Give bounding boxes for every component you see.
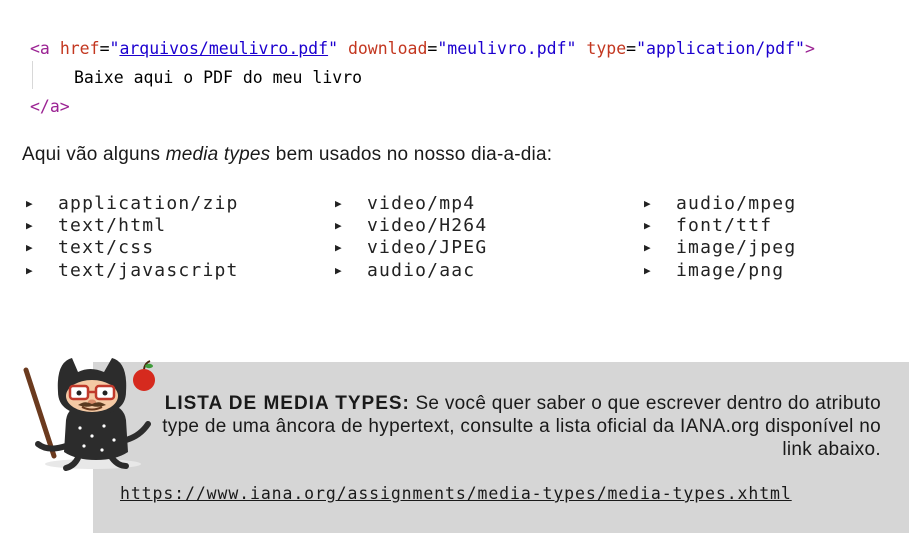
list-item: ▶ video/H264 [335, 214, 488, 236]
intro-before: Aqui vão alguns [22, 144, 166, 165]
triangle-bullet-icon: ▶ [644, 196, 651, 210]
list-item: ▶ video/JPEG [335, 237, 488, 259]
code-href-value: arquivos/meulivro.pdf [119, 39, 329, 58]
code-type-value: application/pdf [646, 39, 796, 58]
list-item: ▶ image/jpeg [644, 237, 797, 259]
media-types-column-2: ▶ video/mp4 ▶ video/H264 ▶ video/JPEG ▶ audi… [335, 192, 487, 281]
media-types-column-3: ▶ audio/mpeg ▶ font/ttf ▶ image/jpeg ▶ image… [644, 192, 796, 281]
code-attr-download: download [347, 39, 428, 58]
octocat-teacher-icon [23, 358, 155, 471]
list-item: ▶ application/zip [26, 192, 239, 214]
code-download-value: meulivro.pdf [447, 39, 567, 58]
callout-lead: LISTA DE MEDIA TYPES: [164, 393, 410, 414]
iana-link[interactable]: https://www.iana.org/assignments/media-t… [120, 484, 792, 503]
triangle-bullet-icon: ▶ [335, 218, 342, 232]
media-types-column-1: ▶ application/zip ▶ text/html ▶ text/css ▶ t… [26, 192, 239, 281]
triangle-bullet-icon: ▶ [26, 241, 33, 255]
callout-text: LISTA DE MEDIA TYPES: Se você quer saber… [131, 392, 881, 461]
intro-text: Aqui vão alguns media types bem usados n… [22, 144, 552, 166]
indent-guide [32, 61, 33, 89]
code-tag-close: </a> [30, 97, 70, 116]
triangle-bullet-icon: ▶ [26, 196, 33, 210]
list-item: ▶ text/html [26, 214, 167, 236]
list-item: ▶ video/mp4 [335, 192, 476, 214]
triangle-bullet-icon: ▶ [26, 263, 33, 277]
code-attr-href: href [59, 39, 100, 58]
code-tag-open: <a [30, 39, 50, 58]
list-item: ▶ font/ttf [644, 214, 773, 236]
list-item: ▶ text/javascript [26, 259, 239, 281]
list-item: ▶ image/png [644, 259, 785, 281]
list-item: ▶ text/css [26, 237, 155, 259]
triangle-bullet-icon: ▶ [335, 241, 342, 255]
intro-after: bem usados no nosso dia-a-dia: [270, 144, 553, 165]
triangle-bullet-icon: ▶ [26, 218, 33, 232]
callout-box: LISTA DE MEDIA TYPES: Se você quer saber… [93, 362, 909, 533]
media-types-list: ▶ application/zip ▶ text/html ▶ text/css ▶ t… [0, 192, 923, 282]
code-link-content: Baixe aqui o PDF do meu livro [74, 68, 363, 87]
triangle-bullet-icon: ▶ [644, 263, 651, 277]
list-item: ▶ audio/mpeg [644, 192, 797, 214]
code-line-open-tag: <a href="arquivos/meulivro.pdf" download… [30, 39, 815, 58]
list-item: ▶ audio/aac [335, 259, 476, 281]
triangle-bullet-icon: ▶ [644, 241, 651, 255]
triangle-bullet-icon: ▶ [335, 196, 342, 210]
intro-emphasis: media types [165, 144, 271, 165]
code-snippet: <a href="arquivos/meulivro.pdf" download… [30, 34, 815, 121]
triangle-bullet-icon: ▶ [644, 218, 651, 232]
code-attr-type: type [586, 39, 627, 58]
triangle-bullet-icon: ▶ [335, 263, 342, 277]
